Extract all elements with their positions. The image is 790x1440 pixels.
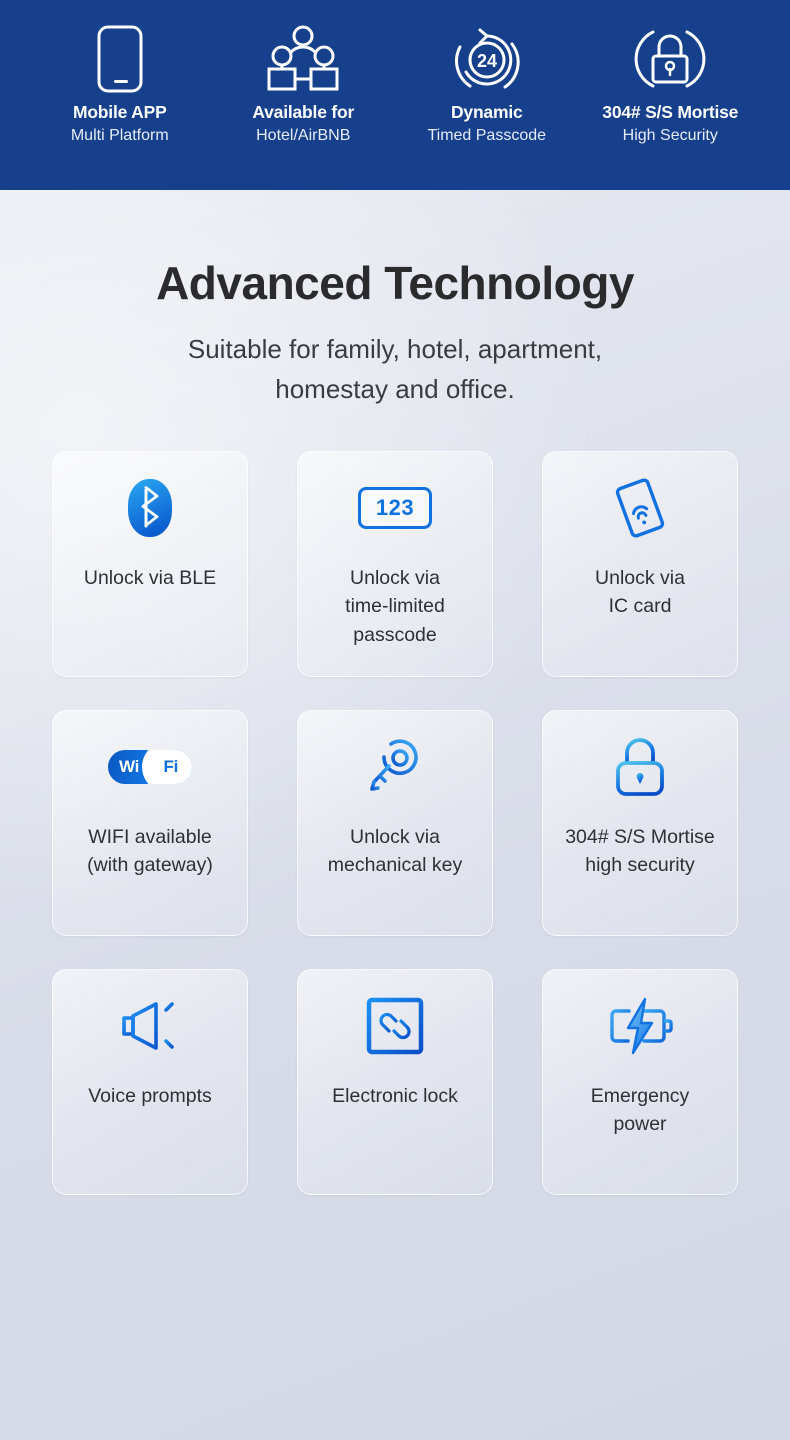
label-line: 304# S/S Mortise (565, 826, 715, 849)
label-line: Unlock via (350, 826, 440, 849)
label-line: Voice prompts (88, 1085, 212, 1108)
label-line: Emergency (590, 1085, 690, 1108)
chain-link-icon (298, 970, 492, 1082)
label-line: IC card (608, 595, 672, 618)
passcode-123-icon: 123 (298, 452, 492, 564)
header-item-title: Dynamic (450, 102, 523, 122)
label-line: high security (585, 854, 695, 877)
users-network-icon (266, 22, 340, 96)
feature-card-label: Unlock via IC card (587, 564, 693, 621)
badge-number-text: 24 (477, 51, 497, 71)
page-subtitle-line-1: Suitable for family, hotel, apartment, (187, 334, 603, 364)
padlock-shield-icon (633, 22, 707, 96)
feature-card-mechanical-key[interactable]: Unlock via mechanical key (297, 710, 493, 937)
header-item-subtitle: Hotel/AirBNB (256, 127, 351, 144)
mobile-phone-icon (91, 22, 149, 96)
header-item-title: Mobile APP (72, 102, 167, 122)
feature-card-label: Unlock via time-limited passcode (337, 564, 453, 649)
feature-card-wifi-available[interactable]: Wi Fi WIFI available (with gateway) (52, 710, 248, 937)
feature-card-electronic-lock[interactable]: Electronic lock (297, 969, 493, 1196)
label-line: Electronic lock (332, 1085, 458, 1108)
feature-card-label: Electronic lock (324, 1082, 466, 1110)
label-line: (with gateway) (87, 854, 213, 877)
label-line: time-limited (345, 595, 445, 618)
feature-card-label: Unlock via mechanical key (320, 823, 470, 880)
header-item-mobile-app: Mobile APP Multi Platform (28, 22, 212, 145)
padlock-icon (543, 711, 737, 823)
feature-card-time-limited-passcode[interactable]: 123 Unlock via time-limited passcode (297, 451, 493, 678)
header-item-available-for: Available for Hotel/AirBNB (212, 22, 396, 145)
feature-header-band: Mobile APP Multi Platform Available for … (0, 0, 790, 190)
hero-section: Advanced Technology Suitable for family,… (0, 190, 790, 409)
label-line: passcode (353, 623, 437, 646)
header-item-mortise: 304# S/S Mortise High Security (579, 22, 763, 145)
page-subtitle: Suitable for family, hotel, apartment, h… (0, 330, 790, 409)
page-root: Mobile APP Multi Platform Available for … (0, 0, 790, 1440)
wifi-logo-left-text: Wi (119, 757, 140, 777)
battery-bolt-icon (543, 970, 737, 1082)
feature-card-emergency-power[interactable]: Emergency power (542, 969, 738, 1196)
header-item-title: Available for (252, 102, 355, 122)
feature-card-grid: Unlock via BLE 123 Unlock via time-limit… (48, 451, 742, 1196)
wifi-logo-right-text: Fi (163, 757, 178, 777)
header-item-subtitle: Multi Platform (70, 127, 169, 144)
24-hour-cycle-icon: 24 (450, 22, 524, 96)
feature-card-label: 304# S/S Mortise high security (557, 823, 723, 880)
mechanical-key-icon (298, 711, 492, 823)
feature-card-label: Voice prompts (80, 1082, 220, 1110)
feature-card-label: Emergency power (583, 1082, 698, 1139)
header-item-subtitle: High Security (622, 127, 718, 144)
speaker-voice-icon (53, 970, 247, 1082)
bluetooth-icon (53, 452, 247, 564)
label-line: Unlock via (350, 567, 440, 590)
header-item-dynamic: 24 Dynamic Timed Passcode (395, 22, 579, 145)
feature-card-label: Unlock via BLE (76, 564, 224, 592)
feature-card-unlock-via-ble[interactable]: Unlock via BLE (52, 451, 248, 678)
passcode-code-text: 123 (358, 487, 432, 530)
wifi-logo-icon: Wi Fi (53, 711, 247, 823)
page-subtitle-line-2: homestay and office. (275, 373, 515, 404)
ic-card-icon (543, 452, 737, 564)
feature-card-label: WIFI available (with gateway) (79, 823, 221, 880)
feature-card-voice-prompts[interactable]: Voice prompts (52, 969, 248, 1196)
label-line: power (613, 1113, 667, 1136)
feature-card-mortise-high-security[interactable]: 304# S/S Mortise high security (542, 710, 738, 937)
page-title: Advanced Technology (156, 257, 634, 309)
header-item-subtitle: Timed Passcode (427, 127, 547, 144)
label-line: mechanical key (327, 854, 463, 877)
header-item-title: 304# S/S Mortise (602, 102, 739, 122)
label-line: Unlock via (595, 567, 685, 590)
label-line: Unlock via BLE (83, 567, 217, 590)
label-line: WIFI available (88, 826, 212, 849)
feature-card-ic-card[interactable]: Unlock via IC card (542, 451, 738, 678)
